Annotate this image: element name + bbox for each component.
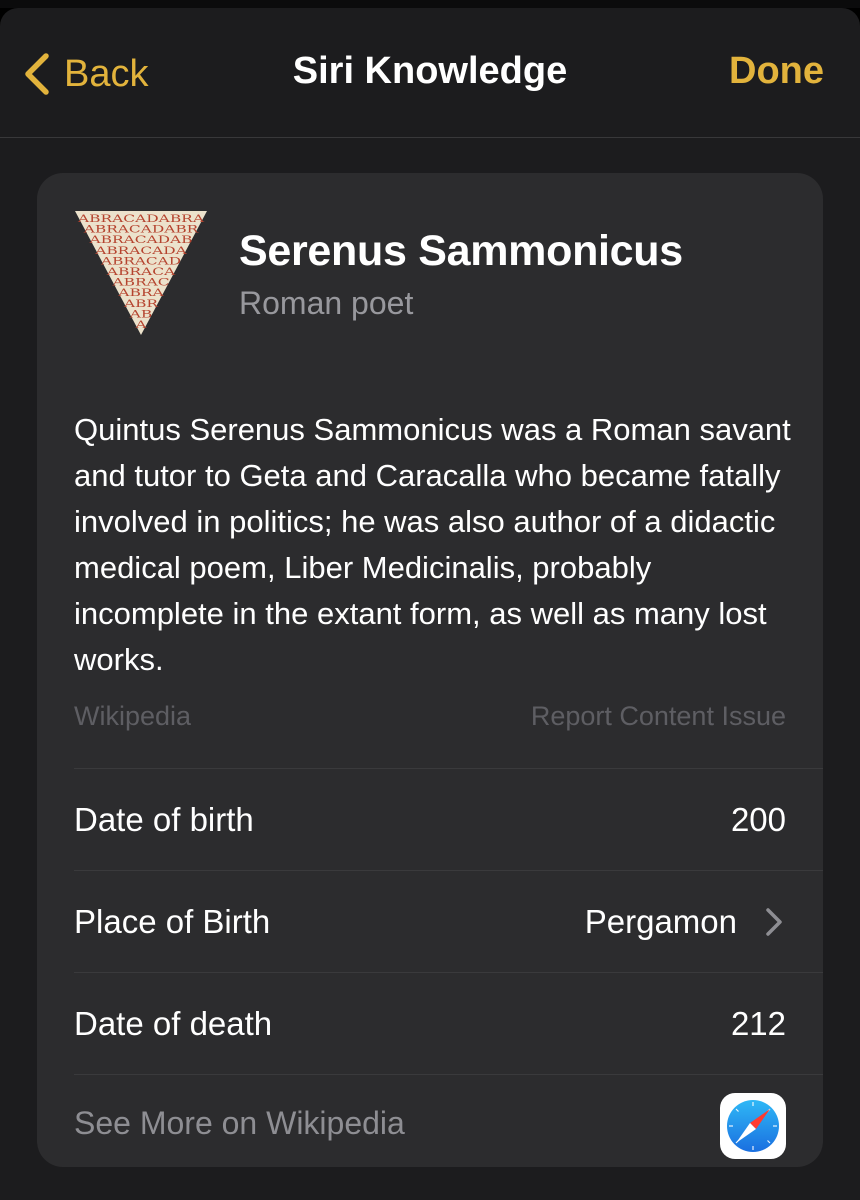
abracadabra-line: A — [134, 319, 147, 331]
report-content-issue-link[interactable]: Report Content Issue — [531, 701, 786, 732]
entity-name: Serenus Sammonicus — [239, 227, 683, 275]
chevron-right-icon — [766, 907, 782, 936]
fact-value: 200 — [730, 800, 786, 838]
safari-compass-icon[interactable] — [720, 1093, 786, 1159]
fact-label: Place of Birth — [74, 902, 271, 940]
fact-label: Date of death — [74, 1004, 273, 1042]
source-label: Wikipedia — [74, 701, 192, 731]
abracadabra-text: ABRACADABRAABRACADABRABRACADABABRACADAAB… — [77, 213, 205, 331]
fact-row-place-of-birth[interactable]: Place of Birth Pergamon — [74, 870, 823, 972]
fact-value: 212 — [730, 1004, 786, 1042]
facts-list: Date of birth 200 Place of Birth Pergamo… — [74, 768, 823, 1167]
knowledge-card: ABRACADABRA ABRACADABR ABRACADAB ABRACADA AB… — [37, 173, 823, 1167]
entity-thumbnail[interactable]: ABRACADABRAABRACADABRABRACADABABRACADAAB… — [73, 209, 209, 337]
status-strip — [0, 0, 860, 8]
fact-value: Pergamon — [584, 902, 737, 940]
source-row: Wikipedia Report Content Issue — [74, 701, 786, 741]
siri-knowledge-sheet: Back Siri Knowledge Done ABRACADABRA ABRA… — [0, 8, 860, 1200]
see-more-on-wikipedia-row[interactable]: See More on Wikipedia — [74, 1074, 823, 1167]
entity-description: Quintus Serenus Sammonicus was a Roman s… — [74, 412, 791, 677]
navigation-bar: Back Siri Knowledge Done — [0, 8, 860, 138]
fact-label: Date of birth — [74, 800, 254, 838]
fact-row-date-of-birth: Date of birth 200 — [74, 768, 823, 870]
entity-type: Roman poet — [239, 285, 414, 321]
fact-row-date-of-death: Date of death 212 — [74, 972, 823, 1074]
see-more-label: See More on Wikipedia — [74, 1105, 405, 1141]
done-button[interactable]: Done — [729, 50, 824, 93]
